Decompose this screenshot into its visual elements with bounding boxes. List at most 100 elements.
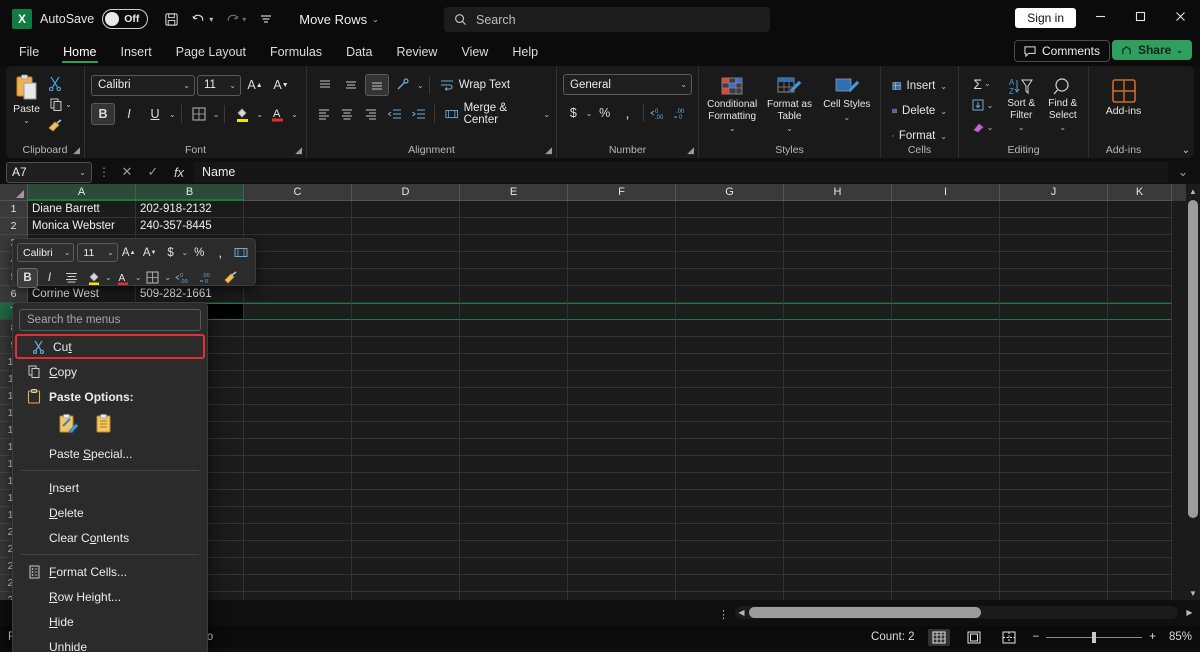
undo-caret-icon[interactable]: ▾ — [209, 15, 213, 24]
sort-filter-button[interactable]: A Z Sort & Filter ⌄ — [1002, 74, 1041, 138]
cell-E8[interactable] — [460, 320, 568, 337]
cell-C14[interactable] — [244, 422, 352, 439]
number-format-combo[interactable]: General ⌄ — [563, 74, 692, 95]
cell-E14[interactable] — [460, 422, 568, 439]
cell-J1[interactable] — [1000, 201, 1108, 218]
horizontal-scrollbar[interactable]: ◀ ▶ — [735, 606, 1193, 619]
cell-I9[interactable] — [892, 337, 1000, 354]
vertical-scrollbar[interactable]: ▲ ▼ — [1186, 184, 1200, 600]
cell-D23[interactable] — [352, 575, 460, 592]
cell-H23[interactable] — [784, 575, 892, 592]
font-color-button[interactable]: A — [265, 103, 289, 125]
page-break-view-icon[interactable] — [998, 629, 1020, 646]
context-menu-item-clear-contents[interactable]: Clear Contents — [13, 525, 207, 550]
mini-font-color-caret-icon[interactable]: ⌄ — [135, 273, 142, 282]
cell-A2[interactable]: Monica Webster — [28, 218, 136, 235]
cell-F9[interactable] — [568, 337, 676, 354]
insert-cells-caret-icon[interactable]: ⌄ — [940, 82, 947, 91]
sheet-options-icon[interactable]: ⋮ — [718, 608, 729, 621]
font-dialog-launcher[interactable]: ◢ — [295, 145, 302, 156]
cell-C3[interactable] — [244, 235, 352, 252]
cell-K22[interactable] — [1108, 558, 1172, 575]
insert-function-icon[interactable]: fx — [168, 162, 190, 183]
copy-caret-icon[interactable]: ⌄ — [65, 100, 72, 109]
cell-styles-button[interactable]: Cell Styles ⌄ — [820, 73, 874, 137]
cell-J22[interactable] — [1000, 558, 1108, 575]
document-title[interactable]: Move Rows ⌄ — [293, 6, 385, 32]
conditional-formatting-button[interactable]: Conditional Formatting ⌄ — [705, 73, 759, 137]
tab-formulas[interactable]: Formulas — [259, 41, 333, 63]
zoom-slider[interactable]: − + — [1033, 631, 1156, 643]
cell-I3[interactable] — [892, 235, 1000, 252]
cell-E13[interactable] — [460, 405, 568, 422]
cell-H24[interactable] — [784, 592, 892, 600]
align-left-button[interactable] — [313, 103, 335, 125]
cell-G22[interactable] — [676, 558, 784, 575]
cell-C16[interactable] — [244, 456, 352, 473]
tab-home[interactable]: Home — [52, 41, 107, 63]
cell-F5[interactable] — [568, 269, 676, 286]
mini-font-color-button[interactable]: A — [113, 268, 134, 288]
cell-G12[interactable] — [676, 388, 784, 405]
italic-button[interactable]: I — [117, 103, 141, 125]
find-select-button[interactable]: Find & Select ⌄ — [1044, 74, 1083, 138]
cell-J9[interactable] — [1000, 337, 1108, 354]
cell-K6[interactable] — [1108, 286, 1172, 303]
column-header-b[interactable]: B — [136, 184, 244, 201]
decrease-font-size-button[interactable]: A ▼ — [269, 74, 293, 96]
collapse-ribbon-button[interactable]: ⌄ — [1182, 145, 1190, 156]
cell-K15[interactable] — [1108, 439, 1172, 456]
cell-D10[interactable] — [352, 354, 460, 371]
cell-E20[interactable] — [460, 524, 568, 541]
context-menu-item-unhide[interactable]: Unhide — [13, 634, 207, 652]
cell-K18[interactable] — [1108, 490, 1172, 507]
zoom-knob[interactable] — [1092, 631, 1097, 643]
cell-K21[interactable] — [1108, 541, 1172, 558]
cell-K13[interactable] — [1108, 405, 1172, 422]
sort-filter-caret-icon[interactable]: ⌄ — [1018, 122, 1025, 134]
cell-I18[interactable] — [892, 490, 1000, 507]
cell-H7[interactable] — [784, 303, 892, 320]
cell-D4[interactable] — [352, 252, 460, 269]
cell-J8[interactable] — [1000, 320, 1108, 337]
cell-F19[interactable] — [568, 507, 676, 524]
row-header-1[interactable]: 1 — [0, 201, 28, 218]
tab-view[interactable]: View — [450, 41, 499, 63]
cell-D21[interactable] — [352, 541, 460, 558]
mini-increase-decimal-button[interactable]: 0.00 — [172, 268, 195, 288]
cell-C12[interactable] — [244, 388, 352, 405]
mini-borders-button[interactable] — [142, 268, 163, 288]
mini-format-painter-button[interactable] — [220, 268, 241, 288]
cut-button[interactable] — [44, 74, 66, 93]
cell-J5[interactable] — [1000, 269, 1108, 286]
cell-J13[interactable] — [1000, 405, 1108, 422]
paste-caret-icon[interactable]: ⌄ — [23, 116, 30, 125]
cell-J21[interactable] — [1000, 541, 1108, 558]
cell-K23[interactable] — [1108, 575, 1172, 592]
normal-view-icon[interactable] — [927, 628, 950, 646]
paste-button[interactable]: Paste ⌄ — [12, 71, 41, 133]
cell-K8[interactable] — [1108, 320, 1172, 337]
cell-H5[interactable] — [784, 269, 892, 286]
formula-input[interactable]: Name — [194, 161, 1168, 183]
column-header-d[interactable]: D — [352, 184, 460, 201]
cell-K5[interactable] — [1108, 269, 1172, 286]
cell-K2[interactable] — [1108, 218, 1172, 235]
mini-italic-button[interactable]: I — [39, 268, 60, 288]
cell-G5[interactable] — [676, 269, 784, 286]
mini-fill-color-caret-icon[interactable]: ⌄ — [105, 273, 112, 282]
number-dialog-launcher[interactable]: ◢ — [687, 145, 694, 156]
cell-E18[interactable] — [460, 490, 568, 507]
cell-H14[interactable] — [784, 422, 892, 439]
cell-E12[interactable] — [460, 388, 568, 405]
name-box[interactable]: A7 ⌄ — [6, 161, 92, 183]
cell-C5[interactable] — [244, 269, 352, 286]
mini-font-name-caret-icon[interactable]: ⌄ — [64, 248, 71, 257]
cell-J6[interactable] — [1000, 286, 1108, 303]
enter-formula-icon[interactable]: ✓ — [142, 162, 164, 183]
cell-H10[interactable] — [784, 354, 892, 371]
cell-H19[interactable] — [784, 507, 892, 524]
cell-G9[interactable] — [676, 337, 784, 354]
share-button[interactable]: Share ⌄ — [1111, 40, 1192, 60]
cell-C13[interactable] — [244, 405, 352, 422]
